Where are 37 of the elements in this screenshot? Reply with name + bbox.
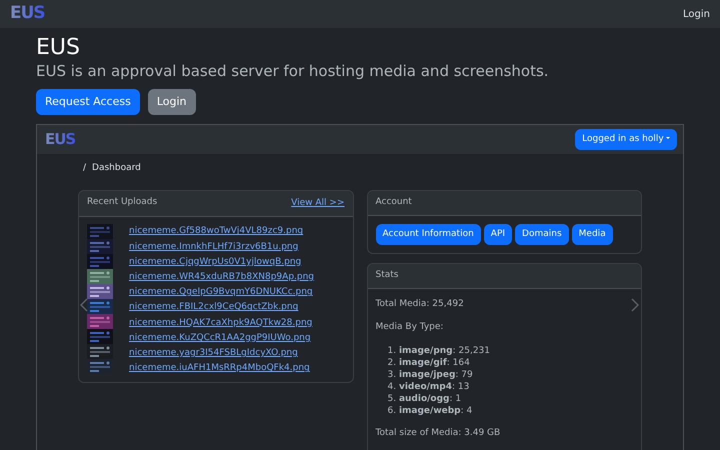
- media-type-item: 6. image/webp: 4: [386, 404, 474, 417]
- card-title: Stats: [368, 264, 641, 289]
- file-link[interactable]: nicememe.FBIL2cxl9CeQ6gctZbk.png: [129, 300, 314, 316]
- stat-text: Media By Type:: [376, 321, 444, 334]
- file-link[interactable]: nicememe.QgeIpG9BvqmY6DNUKCc.png: [129, 285, 314, 300]
- file-link[interactable]: nicememe.Gf588woTwVj4VL89zc9.png: [129, 224, 314, 240]
- account-button[interactable]: API: [484, 224, 512, 246]
- file-link[interactable]: nicememe.ImnkhFLHf7i3rzv6B1u.png: [129, 240, 314, 255]
- request-access-button[interactable]: Request Access: [36, 88, 140, 116]
- nav-link[interactable]: Login: [683, 6, 710, 22]
- view-all-link[interactable]: View All >>: [291, 196, 344, 212]
- media-type-item: 2. image/gif: 164: [386, 356, 471, 369]
- media-type-item: 3. image/jpeg: 79: [386, 368, 474, 381]
- chevron-left-icon[interactable]: [80, 298, 88, 312]
- media-type-item: 4. video/mp4: 13: [386, 380, 470, 393]
- account-button[interactable]: Media: [572, 224, 613, 246]
- file-link[interactable]: nicememe.HQAK7caXhpk9AQTkw28.png: [129, 316, 314, 331]
- stat-text: Total Media: 25,492: [376, 298, 465, 311]
- account-button[interactable]: Account Information: [376, 224, 481, 246]
- card-title: Recent Uploads: [87, 196, 158, 210]
- chevron-right-icon[interactable]: [631, 298, 639, 312]
- file-link[interactable]: nicememe.WR45xduRB7b8XN8p9Ap.png: [129, 270, 314, 286]
- stat-text: Total size of Media: 3.49 GB: [376, 426, 502, 440]
- card-title: Account: [368, 191, 641, 216]
- user-menu-button[interactable]: Logged in as holly: [575, 128, 677, 150]
- file-link[interactable]: nicememe.iuAFH1MsRRp4MboQFk4.png: [129, 361, 314, 376]
- file-link[interactable]: nicememe.KuZQCcR1AA2ggP9IUWo.png: [129, 330, 314, 346]
- file-link[interactable]: nicememe.CjqgWrpUs0V1yjlowqB.png: [129, 254, 314, 270]
- login-button[interactable]: Login: [148, 88, 196, 116]
- file-link[interactable]: nicememe.yagr3I54FSBLgIdcyXO.png: [129, 346, 314, 362]
- breadcrumb-item[interactable]: Dashboard: [92, 162, 141, 190]
- tagline: EUS is an approval based server for hosting media and screenshots.: [36, 61, 550, 82]
- account-button[interactable]: Domains: [515, 224, 569, 246]
- media-type-item: 5. audio/ogg: 1: [386, 392, 462, 405]
- page-title: EUS: [36, 36, 81, 60]
- media-type-item: 1. image/png: 25,231: [386, 344, 492, 357]
- breadcrumb-divider: /: [83, 162, 86, 176]
